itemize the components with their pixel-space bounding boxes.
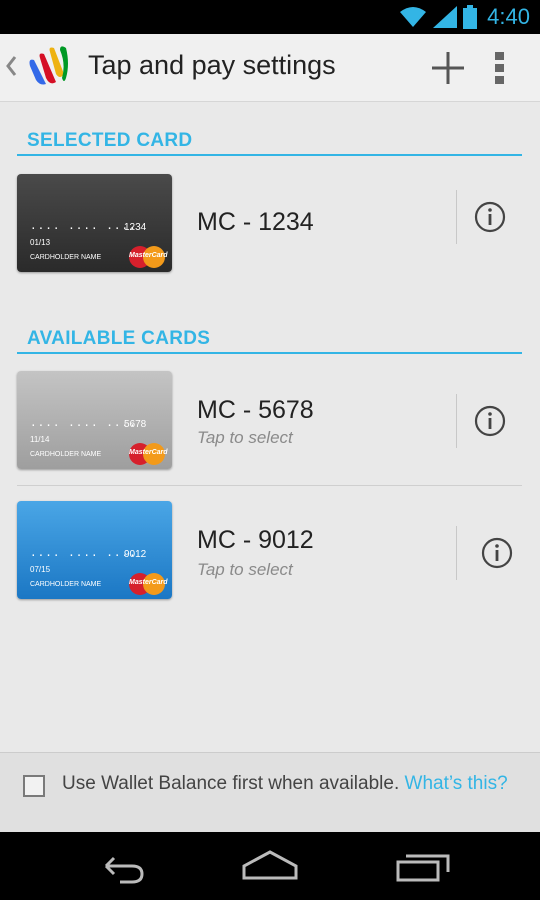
card-image: ···· ···· ···· 9012 07/15 CARDHOLDER NAM… [17, 501, 172, 599]
card-name: MC - 1234 [197, 208, 314, 236]
wifi-icon [400, 7, 427, 27]
card-image: ···· ···· ···· 5678 11/14 CARDHOLDER NAM… [17, 371, 172, 469]
mastercard-logo-text: MasterCard [129, 252, 168, 259]
card-expiry: 01/13 [30, 238, 51, 247]
available-cards-header-label: AVAILABLE CARDS [27, 328, 211, 349]
card-number-dots: ···· ···· ···· [30, 222, 137, 235]
status-bar: 4:40 [0, 0, 540, 34]
card-last4: 1234 [124, 222, 147, 233]
wallet-balance-checkbox[interactable] [23, 775, 45, 797]
mastercard-logo-text: MasterCard [129, 579, 168, 586]
info-icon[interactable] [480, 536, 514, 570]
selected-card-header-label: SELECTED CARD [27, 130, 193, 151]
navigation-bar [0, 832, 540, 900]
back-icon[interactable] [80, 844, 160, 888]
mastercard-logo-text: MasterCard [129, 449, 168, 456]
page-title: Tap and pay settings [88, 50, 336, 80]
info-icon[interactable] [473, 404, 507, 438]
card-expiry: 11/14 [30, 435, 50, 444]
row-divider [17, 485, 522, 486]
card-holder: CARDHOLDER NAME [30, 451, 102, 458]
card-last4: 5678 [124, 419, 147, 430]
selected-card-header: SELECTED CARD [17, 122, 522, 156]
card-row-available-2[interactable]: ···· ···· ···· 9012 07/15 CARDHOLDER NAM… [0, 498, 540, 608]
wallet-balance-text: Use Wallet Balance first when available.… [62, 772, 522, 796]
wallet-logo-icon[interactable] [26, 46, 72, 90]
home-icon[interactable] [230, 844, 310, 888]
info-icon[interactable] [473, 200, 507, 234]
whats-this-link[interactable]: What’s this? [405, 773, 508, 794]
content: SELECTED CARD ···· ···· ···· 1234 01/13 … [0, 102, 540, 752]
card-expiry: 07/15 [30, 565, 51, 574]
mastercard-logo-icon: MasterCard [129, 573, 168, 595]
status-time: 4:40 [487, 4, 530, 29]
card-image: ···· ···· ···· 1234 01/13 CARDHOLDER NAM… [17, 174, 172, 272]
mastercard-logo-icon: MasterCard [129, 246, 168, 268]
up-caret-icon[interactable] [3, 54, 19, 78]
card-subtitle: Tap to select [197, 428, 293, 447]
card-row-selected[interactable]: ···· ···· ···· 1234 01/13 CARDHOLDER NAM… [0, 170, 540, 280]
card-row-available-1[interactable]: ···· ···· ···· 5678 11/14 CARDHOLDER NAM… [0, 368, 540, 478]
divider [456, 190, 457, 244]
add-icon[interactable] [426, 48, 470, 88]
available-cards-header: AVAILABLE CARDS [17, 320, 522, 354]
battery-icon [463, 5, 478, 29]
card-holder: CARDHOLDER NAME [30, 581, 102, 588]
card-subtitle: Tap to select [197, 560, 293, 579]
wallet-balance-bar: Use Wallet Balance first when available.… [0, 752, 540, 832]
card-name: MC - 5678 [197, 396, 314, 424]
wallet-balance-label: Use Wallet Balance first when available. [62, 773, 400, 794]
action-bar: Tap and pay settings [0, 34, 540, 102]
signal-icon [433, 6, 458, 28]
card-name: MC - 9012 [197, 526, 314, 554]
card-number-dots: ···· ···· ···· [30, 419, 137, 432]
card-number-dots: ···· ···· ···· [30, 549, 137, 562]
mastercard-logo-icon: MasterCard [129, 443, 168, 465]
overflow-menu-icon[interactable] [482, 46, 518, 90]
recent-apps-icon[interactable] [384, 844, 464, 888]
divider [456, 394, 457, 448]
divider [456, 526, 457, 580]
status-icons: 4:40 [399, 4, 530, 30]
card-last4: 9012 [124, 549, 147, 560]
card-holder: CARDHOLDER NAME [30, 254, 102, 261]
